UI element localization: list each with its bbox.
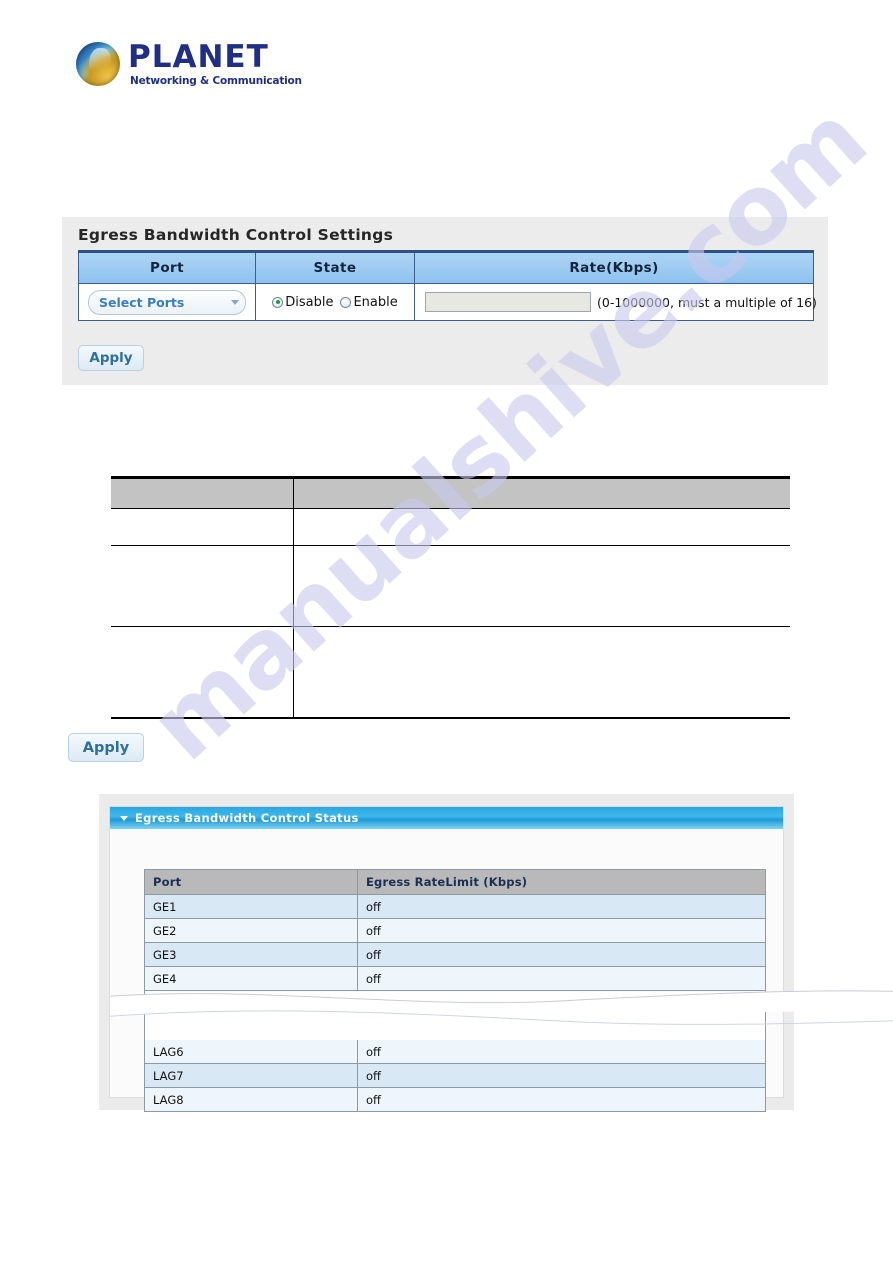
table-row: GE4 off: [145, 967, 765, 991]
chevron-down-icon: [231, 299, 239, 305]
table-row-spacer: [145, 991, 765, 1040]
radio-enable-label: Enable: [353, 294, 398, 310]
column-header-port: Port: [79, 253, 256, 284]
table-row: LAG7 off: [145, 1064, 765, 1088]
status-column-header-ratelimit: Egress RateLimit (Kbps): [358, 870, 765, 895]
settings-panel-title: Egress Bandwidth Control Settings: [78, 226, 394, 244]
rate-cell: (0-1000000, must a multiple of 16): [414, 283, 817, 320]
status-table-header-row: Port Egress RateLimit (Kbps): [145, 870, 765, 895]
port-cell: Select Ports: [79, 283, 256, 320]
tear-spacer-left: [145, 991, 358, 1040]
apply-button[interactable]: Apply: [78, 345, 144, 371]
planet-globe-icon: [76, 42, 120, 86]
state-radio-group: Disable Enable: [262, 295, 408, 310]
status-panel-title: Egress Bandwidth Control Status: [135, 811, 359, 825]
egress-bandwidth-settings-panel: Egress Bandwidth Control Settings Port S…: [62, 217, 828, 385]
settings-table: Port State Rate(Kbps) Select Ports Disab…: [78, 250, 817, 321]
doc-cell-description: [293, 508, 790, 546]
status-panel-header[interactable]: Egress Bandwidth Control Status: [110, 807, 783, 829]
brand-tagline: Networking & Communication: [130, 75, 302, 87]
table-row: GE2 off: [145, 919, 765, 943]
doc-cell-description: [294, 627, 791, 718]
settings-table-row: Select Ports Disable Enable (0-1000000, …: [79, 283, 817, 320]
status-table-wrapper: Port Egress RateLimit (Kbps) GE1 off GE2…: [144, 869, 766, 1112]
doc-cell-object: [111, 626, 294, 717]
doc-column-header-object: [111, 478, 294, 509]
radio-disable[interactable]: Disable: [272, 295, 333, 310]
column-header-state: State: [255, 253, 415, 284]
status-column-header-port: Port: [145, 870, 358, 895]
radio-disable-indicator[interactable]: [272, 296, 284, 308]
cell-port: LAG7: [145, 1064, 358, 1088]
tear-spacer-right: [358, 991, 765, 1040]
table-row: GE1 off: [145, 895, 765, 919]
radio-enable-indicator[interactable]: [340, 296, 352, 308]
cell-port: LAG8: [145, 1088, 358, 1111]
table-row: LAG8 off: [145, 1088, 765, 1111]
cell-ratelimit: off: [358, 919, 765, 943]
select-ports-label: Select Ports: [99, 294, 185, 310]
doc-table-row: [111, 626, 791, 718]
cell-ratelimit: off: [358, 943, 765, 967]
parameter-description-table: [111, 476, 790, 719]
cell-port: GE3: [145, 943, 358, 967]
egress-bandwidth-status-panel: Egress Bandwidth Control Status Port Egr…: [99, 794, 893, 1112]
select-ports-dropdown[interactable]: Select Ports: [88, 289, 246, 315]
radio-enable[interactable]: Enable: [340, 294, 398, 310]
table-row: LAG6 off: [145, 1040, 765, 1064]
doc-cell-object: [111, 508, 294, 546]
apply-button-inline[interactable]: Apply: [68, 733, 144, 762]
doc-column-header-description: [293, 478, 790, 509]
doc-cell-description: [293, 545, 790, 627]
cell-ratelimit: off: [358, 1064, 765, 1088]
rate-hint-text: (0-1000000, must a multiple of 16): [597, 294, 817, 310]
radio-disable-label: Disable: [285, 294, 334, 310]
state-cell: Disable Enable: [255, 283, 415, 320]
cell-ratelimit: off: [358, 1040, 765, 1064]
doc-cell-object: [111, 545, 294, 627]
status-panel-inner: Egress Bandwidth Control Status Port Egr…: [109, 806, 893, 1112]
cell-port: LAG6: [145, 1040, 358, 1064]
doc-table-row: [111, 508, 790, 546]
column-header-rate: Rate(Kbps): [414, 253, 813, 284]
doc-table-header-row: [111, 478, 790, 509]
rate-input[interactable]: [425, 292, 591, 312]
settings-table-header-row: Port State Rate(Kbps): [79, 253, 813, 284]
brand-logo: PLANET Networking & Communication: [76, 38, 306, 96]
cell-ratelimit: off: [358, 895, 765, 919]
cell-port: GE4: [145, 967, 358, 991]
table-row: GE3 off: [145, 943, 765, 967]
cell-port: GE1: [145, 895, 358, 919]
cell-ratelimit: off: [358, 1088, 765, 1111]
chevron-down-icon[interactable]: [120, 815, 128, 821]
cell-ratelimit: off: [358, 967, 765, 991]
doc-table-row: [111, 545, 790, 627]
brand-wordmark: PLANET: [128, 39, 269, 75]
cell-port: GE2: [145, 919, 358, 943]
